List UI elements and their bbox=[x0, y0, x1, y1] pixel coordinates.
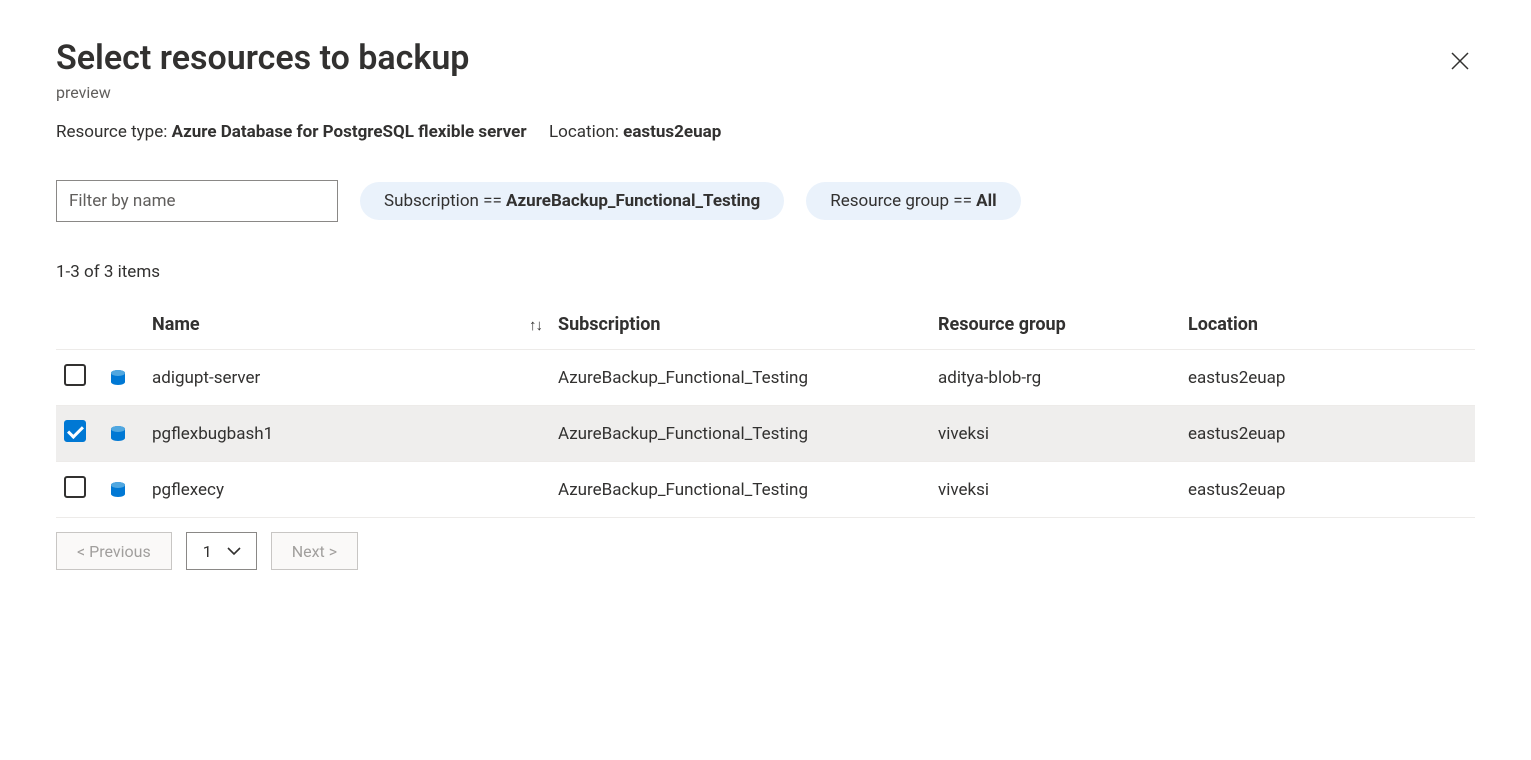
table-row[interactable]: pgflexecy AzureBackup_Functional_Testingv… bbox=[56, 462, 1475, 518]
result-count: 1-3 of 3 items bbox=[56, 262, 1475, 282]
database-icon bbox=[108, 424, 136, 444]
prev-button[interactable]: < Previous bbox=[56, 532, 172, 570]
location-value: eastus2euap bbox=[623, 122, 721, 142]
row-checkbox[interactable] bbox=[64, 364, 86, 386]
col-header-name[interactable]: Name bbox=[144, 300, 504, 350]
filter-pill-resource-group-value: All bbox=[976, 191, 996, 211]
cell-subscription: AzureBackup_Functional_Testing bbox=[550, 350, 930, 406]
row-checkbox[interactable] bbox=[64, 476, 86, 498]
col-header-location[interactable]: Location bbox=[1180, 300, 1475, 350]
resource-table: Name ↑↓ Subscription Resource group Loca… bbox=[56, 300, 1475, 518]
cell-resource-group: viveksi bbox=[930, 406, 1180, 462]
cell-subscription: AzureBackup_Functional_Testing bbox=[550, 462, 930, 518]
cell-location: eastus2euap bbox=[1180, 406, 1475, 462]
page-title: Select resources to backup bbox=[56, 40, 469, 77]
filter-pill-subscription[interactable]: Subscription == AzureBackup_Functional_T… bbox=[360, 182, 784, 220]
filter-pill-subscription-prefix: Subscription == bbox=[384, 191, 506, 211]
next-button[interactable]: Next > bbox=[271, 532, 358, 570]
cell-name: pgflexecy bbox=[144, 462, 504, 518]
chevron-down-icon bbox=[226, 546, 242, 556]
preview-label: preview bbox=[56, 83, 469, 102]
resource-type-value: Azure Database for PostgreSQL flexible s… bbox=[172, 122, 527, 142]
col-header-resource-group[interactable]: Resource group bbox=[930, 300, 1180, 350]
resource-type-label: Resource type: bbox=[56, 122, 167, 142]
database-icon bbox=[108, 368, 136, 388]
table-row[interactable]: adigupt-server AzureBackup_Functional_Tes… bbox=[56, 350, 1475, 406]
table-row[interactable]: pgflexbugbash1 AzureBackup_Functional_Tes… bbox=[56, 406, 1475, 462]
page-select[interactable]: 1 bbox=[186, 532, 257, 570]
filter-name-input[interactable] bbox=[56, 180, 338, 222]
cell-resource-group: aditya-blob-rg bbox=[930, 350, 1180, 406]
cell-name: adigupt-server bbox=[144, 350, 504, 406]
page-number: 1 bbox=[203, 542, 212, 561]
cell-location: eastus2euap bbox=[1180, 462, 1475, 518]
meta-bar: Resource type: Azure Database for Postgr… bbox=[56, 122, 1475, 142]
cell-resource-group: viveksi bbox=[930, 462, 1180, 518]
filter-pill-resource-group-prefix: Resource group == bbox=[830, 191, 976, 211]
filter-pill-subscription-value: AzureBackup_Functional_Testing bbox=[506, 191, 760, 211]
col-header-subscription[interactable]: Subscription bbox=[550, 300, 930, 350]
close-icon bbox=[1449, 60, 1471, 75]
database-icon bbox=[108, 480, 136, 500]
cell-subscription: AzureBackup_Functional_Testing bbox=[550, 406, 930, 462]
close-button[interactable] bbox=[1445, 46, 1475, 76]
cell-name: pgflexbugbash1 bbox=[144, 406, 504, 462]
sort-icon[interactable]: ↑↓ bbox=[529, 316, 542, 334]
filter-pill-resource-group[interactable]: Resource group == All bbox=[806, 182, 1020, 220]
cell-location: eastus2euap bbox=[1180, 350, 1475, 406]
row-checkbox[interactable] bbox=[64, 420, 86, 442]
location-label: Location: bbox=[549, 122, 619, 142]
